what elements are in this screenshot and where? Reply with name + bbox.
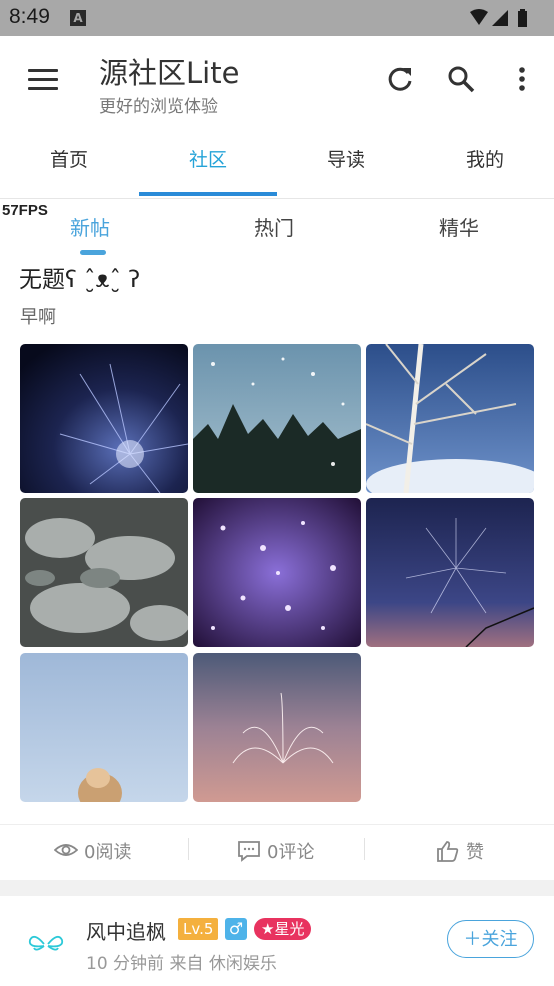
comment-count-label: 0评论 bbox=[267, 842, 315, 863]
menu-icon[interactable] bbox=[28, 69, 58, 91]
avatar[interactable] bbox=[22, 918, 70, 966]
app-subtitle: 更好的浏览体验 bbox=[99, 97, 218, 117]
fps-counter: 57FPS bbox=[2, 202, 48, 219]
status-time: 8:49 bbox=[9, 5, 50, 28]
username[interactable]: 风中追枫 bbox=[86, 916, 166, 945]
post-image-1[interactable] bbox=[20, 344, 188, 493]
post-image-6[interactable] bbox=[366, 498, 534, 647]
main-tabs: 首页 社区 导读 我的 bbox=[0, 126, 554, 199]
gender-male-icon: ♂ bbox=[225, 918, 247, 940]
tab-indicator bbox=[139, 192, 277, 196]
app-bar: 源社区Lite 更好的浏览体验 bbox=[0, 36, 554, 126]
follow-button[interactable]: ＋关注 bbox=[447, 920, 534, 958]
subtab-hot[interactable]: 热门 bbox=[254, 212, 294, 241]
post-image-2[interactable] bbox=[193, 344, 361, 493]
subtab-new[interactable]: 新帖 bbox=[70, 212, 110, 241]
tab-community[interactable]: 社区 bbox=[139, 126, 277, 196]
post-meta: 10 分钟前 来自 休闲娱乐 bbox=[86, 954, 277, 974]
comment-icon bbox=[238, 841, 260, 862]
post-image-4[interactable] bbox=[20, 498, 188, 647]
tab-mine[interactable]: 我的 bbox=[416, 126, 554, 196]
like-label: 赞 bbox=[466, 842, 484, 863]
post-image-7[interactable] bbox=[20, 653, 188, 802]
status-icons bbox=[470, 9, 527, 27]
post-body[interactable]: 早啊 bbox=[20, 303, 56, 329]
search-icon[interactable] bbox=[446, 64, 476, 94]
status-bar: 8:49 A bbox=[0, 0, 554, 36]
subtab-indicator bbox=[80, 250, 106, 255]
stats-divider bbox=[188, 838, 189, 860]
battery-icon bbox=[518, 11, 527, 27]
read-count-label: 0阅读 bbox=[84, 842, 132, 863]
post-image-3[interactable] bbox=[366, 344, 534, 493]
refresh-icon[interactable] bbox=[385, 64, 415, 94]
tab-home[interactable]: 首页 bbox=[0, 126, 138, 196]
post-image-8[interactable] bbox=[193, 653, 361, 802]
app-title: 源社区Lite bbox=[99, 56, 240, 90]
subtab-featured[interactable]: 精华 bbox=[439, 212, 479, 241]
star-badge: ★星光 bbox=[254, 918, 312, 940]
post-title[interactable]: 无题ʕ ˆ̮ᴥˆ̮ ʔ bbox=[19, 260, 140, 294]
more-vert-icon[interactable] bbox=[507, 64, 537, 94]
eye-icon bbox=[54, 844, 78, 856]
stats-divider bbox=[364, 838, 365, 860]
level-badge: Lv.5 bbox=[178, 918, 219, 940]
thumbs-up-icon bbox=[437, 841, 459, 862]
post-image-5[interactable] bbox=[193, 498, 361, 647]
post-author-row[interactable]: 风中追枫 Lv.5 ♂ ★星光 10 分钟前 来自 休闲娱乐 ＋关注 bbox=[0, 896, 554, 986]
tab-guide[interactable]: 导读 bbox=[277, 126, 415, 196]
section-gap bbox=[0, 880, 554, 896]
wifi-icon bbox=[470, 9, 488, 25]
signal-icon bbox=[492, 10, 508, 26]
notification-a-icon: A bbox=[70, 10, 86, 26]
